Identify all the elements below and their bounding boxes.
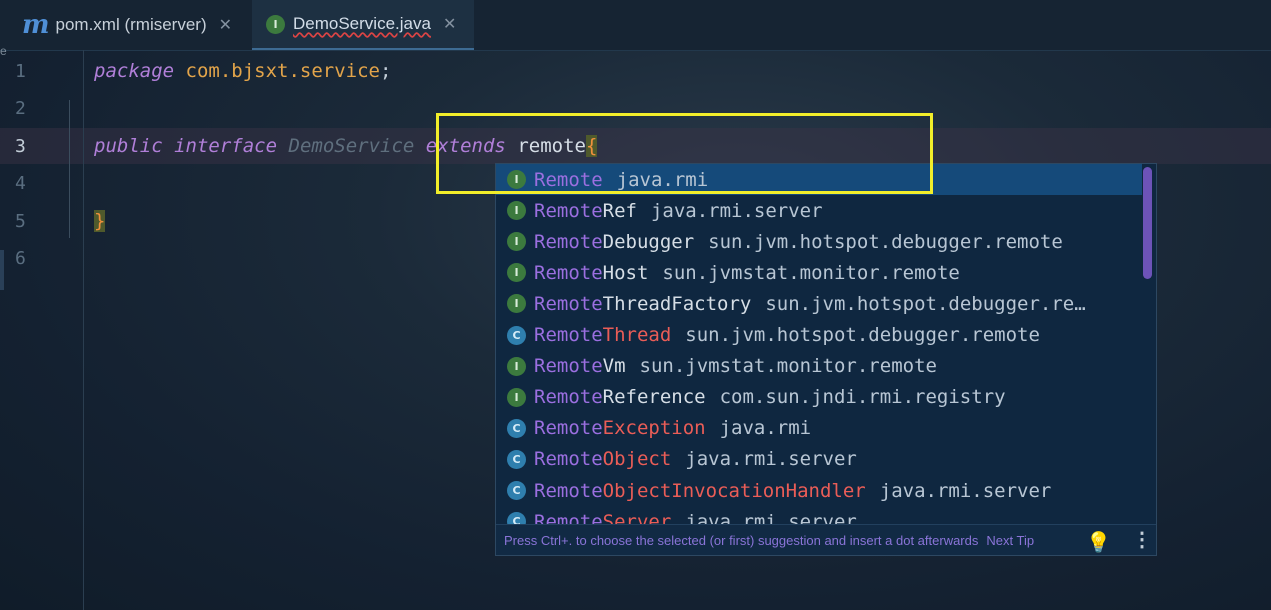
item-match-text: Remote — [534, 386, 603, 409]
completion-footer: Press Ctrl+. to choose the selected (or … — [496, 524, 1156, 555]
item-package: sun.jvm.hotspot.debugger.remote — [708, 230, 1063, 253]
item-match-text: Remote — [534, 479, 603, 502]
next-tip-link[interactable]: Next Tip — [986, 533, 1034, 548]
completion-item[interactable]: I Remote ThreadFactory sun.jvm.hotspot.debu… — [496, 288, 1142, 319]
annotation-highlight-box — [436, 113, 933, 194]
completion-item[interactable]: C Remote Thread sun.jvm.hotspot.debugger.re… — [496, 320, 1142, 351]
semicolon: ; — [380, 60, 392, 82]
tab-demoservice-java[interactable]: I DemoService.java ✕ — [252, 0, 474, 50]
tab-label: DemoService.java — [293, 14, 431, 33]
item-package: java.rmi — [719, 417, 812, 440]
class-icon: C — [507, 418, 526, 438]
close-icon[interactable]: ✕ — [219, 15, 232, 35]
completion-item[interactable]: I Remote Vm sun.jvmstat.monitor.remote — [496, 351, 1142, 382]
item-package: com.sun.jndi.rmi.registry — [719, 386, 1006, 409]
line-number: 1 — [15, 61, 26, 82]
item-match-text: Remote — [534, 324, 603, 346]
completion-item[interactable]: I Remote Debugger sun.jvm.hotspot.debugger.… — [496, 226, 1142, 257]
interface-name: DemoService — [288, 135, 415, 157]
item-match-text: Remote — [534, 199, 603, 222]
item-match-text: Remote — [534, 417, 603, 440]
popup-scrollbar[interactable] — [1143, 167, 1152, 279]
completion-item[interactable]: C Remote Exception java.rmi — [496, 413, 1142, 444]
item-match-text: Remote — [534, 355, 603, 378]
class-icon: C — [507, 449, 526, 469]
item-match-text: Remote — [534, 292, 603, 315]
completion-item[interactable]: I Remote Ref java.rmi.server — [496, 195, 1142, 226]
interface-icon: I — [507, 356, 526, 376]
edge-text: e — [0, 44, 7, 58]
interface-icon: I — [507, 263, 526, 283]
item-package: sun.jvmstat.monitor.remote — [639, 355, 937, 378]
close-brace: } — [94, 210, 106, 232]
item-package: sun.jvmstat.monitor.remote — [662, 261, 960, 284]
interface-icon: I — [507, 232, 526, 252]
tab-pom-xml[interactable]: m pom.xml (rmiserver) ✕ — [0, 0, 250, 50]
item-package: java.rmi.server — [650, 199, 823, 222]
item-match-text: Remote — [534, 230, 603, 253]
close-icon[interactable]: ✕ — [443, 14, 456, 34]
class-icon: C — [507, 481, 526, 500]
item-package: java.rmi.server — [685, 448, 857, 471]
item-package: sun.jvm.hotspot.debugger.remote — [685, 324, 1040, 346]
completion-item[interactable]: I Remote Host sun.jvmstat.monitor.remote — [496, 257, 1142, 288]
item-name-rest: Thread — [602, 324, 672, 346]
completion-item[interactable]: I Remote Reference com.sun.jndi.rmi.registr… — [496, 382, 1142, 413]
footer-hint: Press Ctrl+. to choose the selected (or … — [504, 533, 979, 548]
item-name-rest: Vm — [602, 355, 626, 378]
item-match-text: Remote — [534, 261, 603, 284]
keyword: package — [94, 60, 175, 82]
maven-icon: m — [22, 10, 50, 40]
line-number: 5 — [15, 211, 26, 232]
item-name-rest: ThreadFactory — [602, 292, 752, 315]
item-name-rest: Debugger — [602, 230, 695, 253]
completion-popup[interactable]: I Remote java.rmi I Remote Ref java.rmi.server… — [495, 163, 1157, 556]
package-name: com.bjsxt.service — [185, 60, 380, 82]
interface-icon: I — [507, 201, 526, 221]
item-name-rest: Object — [602, 448, 672, 471]
class-icon: C — [507, 325, 526, 345]
keyword: public — [94, 135, 163, 157]
line-number: 4 — [15, 173, 26, 194]
item-name-rest: Exception — [602, 417, 706, 440]
code-line-5[interactable]: } — [94, 210, 106, 232]
item-name-rest: Reference — [602, 386, 706, 409]
line-number: 6 — [15, 248, 26, 269]
tab-label: pom.xml (rmiserver) — [55, 15, 207, 34]
lightbulb-icon[interactable]: 💡 — [1086, 530, 1111, 555]
item-match-text: Remote — [534, 448, 603, 471]
completion-item[interactable]: C Remote Object java.rmi.server — [496, 444, 1142, 475]
item-name-rest: Host — [602, 261, 649, 284]
code-line-1[interactable]: package com.bjsxt.service; — [94, 60, 391, 82]
item-name-rest: Ref — [602, 199, 637, 222]
interface-icon: I — [507, 387, 526, 407]
gutter-marker — [0, 250, 4, 290]
item-package: sun.jvm.hotspot.debugger.re… — [765, 292, 1086, 315]
completion-item[interactable]: C Remote ObjectInvocationHandler java.rmi.s… — [496, 475, 1142, 506]
interface-icon: I — [507, 294, 526, 314]
fold-guide — [69, 100, 70, 238]
line-number-active: 3 — [15, 136, 26, 157]
gutter-divider — [83, 50, 84, 610]
more-options-icon[interactable]: ⋮ — [1132, 527, 1152, 552]
item-package: java.rmi.server — [879, 479, 1052, 502]
editor-tab-bar: m pom.xml (rmiserver) ✕ I DemoService.ja… — [0, 0, 1271, 51]
line-number: 2 — [15, 98, 26, 119]
keyword: interface — [174, 135, 278, 157]
item-name-rest: ObjectInvocationHandler — [602, 479, 866, 502]
interface-icon: I — [266, 14, 285, 34]
